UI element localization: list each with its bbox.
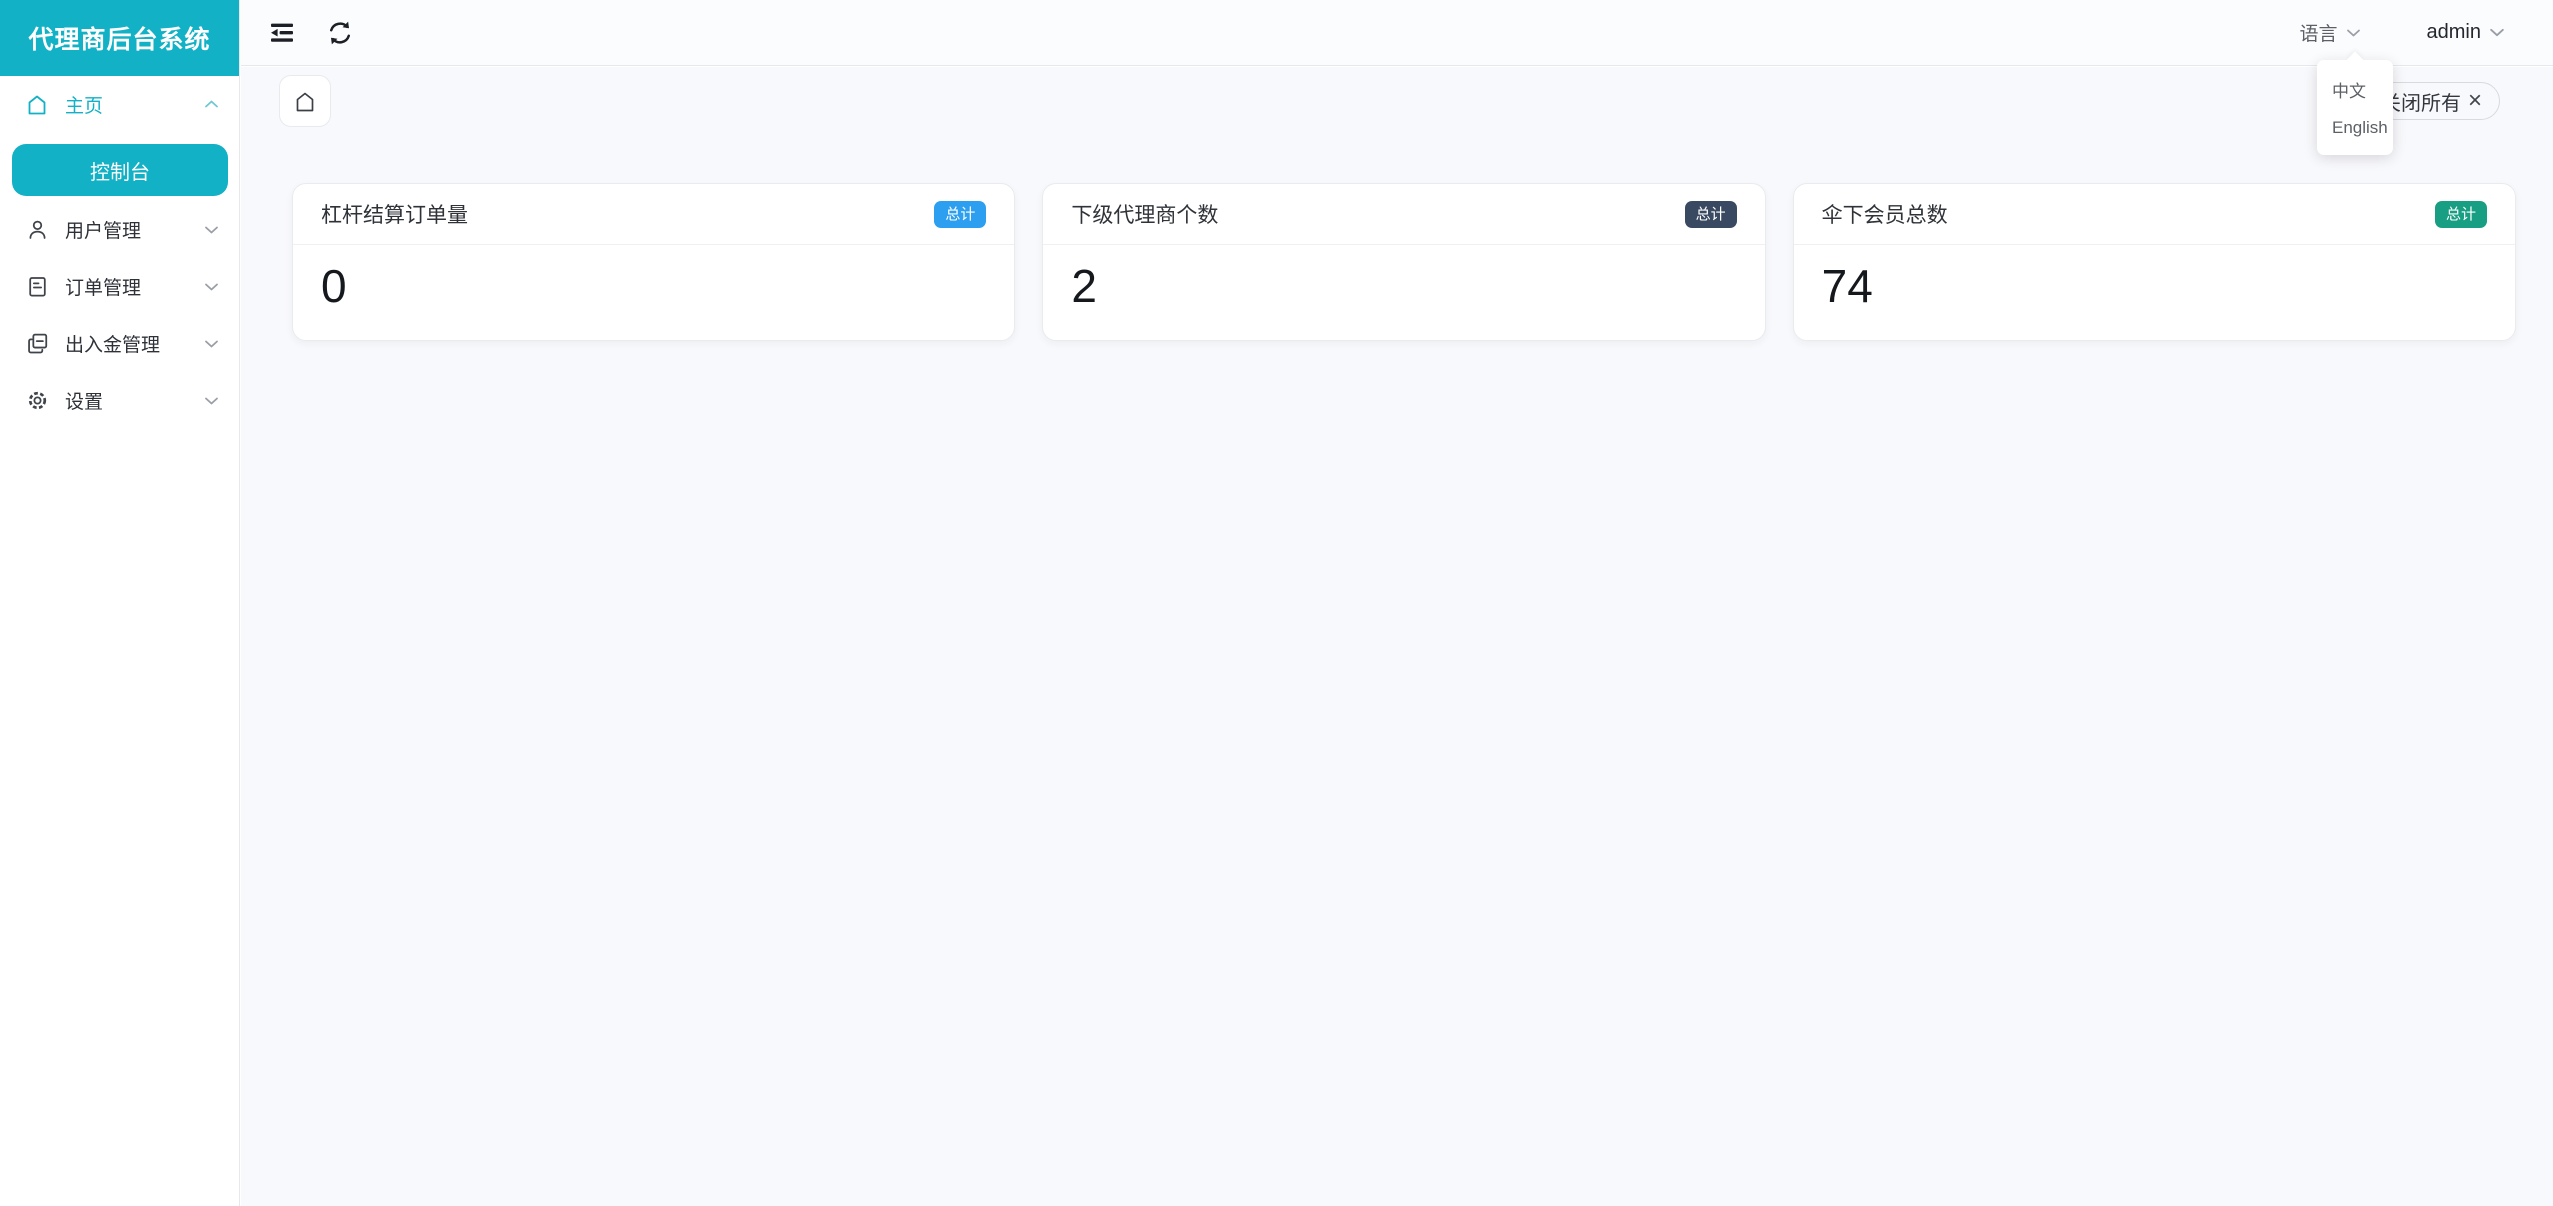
language-dropdown-menu: 中文 English: [2317, 60, 2393, 155]
refresh-icon[interactable]: [323, 16, 357, 50]
close-icon: ×: [2468, 89, 2482, 113]
sidebar-item-label: 设置: [65, 387, 103, 414]
chevron-down-icon: [204, 339, 219, 349]
sidebar-item-order-management[interactable]: 订单管理: [0, 258, 239, 315]
tabbar: 关闭所有 ×: [241, 67, 2553, 131]
stat-cards-row: 杠杆结算订单量 总计 0 下级代理商个数 总计 2 伞下会员总数 总计 74: [241, 131, 2553, 341]
sidebar-item-user-management[interactable]: 用户管理: [0, 201, 239, 258]
sidebar-item-label: 用户管理: [65, 216, 141, 243]
card-title: 杠杆结算订单量: [321, 199, 468, 229]
topbar: 语言 admin: [241, 0, 2553, 66]
order-icon: [24, 274, 50, 300]
app-title: 代理商后台系统: [0, 0, 239, 76]
language-label: 语言: [2300, 19, 2338, 46]
card-header: 下级代理商个数 总计: [1043, 184, 1764, 245]
sidebar-item-label: 订单管理: [65, 273, 141, 300]
chevron-down-icon: [2489, 27, 2505, 38]
language-option-chinese[interactable]: 中文: [2317, 69, 2393, 110]
sidebar-home-label: 主页: [65, 91, 103, 118]
chevron-down-icon: [2346, 28, 2361, 38]
agent-admin-dashboard: { "app": { "title": "代理商后台系统" }, "sideba…: [0, 0, 2553, 1206]
card-header: 杠杆结算订单量 总计: [293, 184, 1014, 245]
language-option-english[interactable]: English: [2317, 110, 2393, 146]
sidebar-item-settings[interactable]: 设置: [0, 372, 239, 429]
card-value: 2: [1071, 261, 1764, 312]
chevron-up-icon: [204, 99, 219, 109]
sidebar: 代理商后台系统 主页 控制台 用户管理: [0, 0, 240, 1206]
language-dropdown-trigger[interactable]: 语言: [2300, 19, 2361, 46]
sidebar-item-home[interactable]: 主页: [0, 76, 239, 132]
tab-home[interactable]: [279, 75, 331, 127]
topbar-right: 语言 admin: [2300, 19, 2506, 46]
chevron-down-icon: [204, 396, 219, 406]
user-icon: [24, 217, 50, 243]
total-badge: 总计: [2435, 201, 2487, 228]
gear-icon: [24, 388, 50, 414]
card-title: 伞下会员总数: [1822, 199, 1948, 229]
total-badge: 总计: [934, 201, 986, 228]
card-value: 0: [321, 261, 1014, 312]
stat-card-sub-agents: 下级代理商个数 总计 2: [1042, 183, 1765, 341]
home-icon: [293, 89, 317, 113]
chevron-down-icon: [204, 225, 219, 235]
user-dropdown-trigger[interactable]: admin: [2427, 21, 2505, 44]
sidebar-item-funds-management[interactable]: 出入金管理: [0, 315, 239, 372]
funds-icon: [24, 331, 50, 357]
main-content: 杠杆结算订单量 总计 0 下级代理商个数 总计 2 伞下会员总数 总计 74: [241, 131, 2553, 1206]
total-badge: 总计: [1685, 201, 1737, 228]
sidebar-fold-icon[interactable]: [265, 16, 299, 50]
stat-card-total-members: 伞下会员总数 总计 74: [1793, 183, 2516, 341]
card-header: 伞下会员总数 总计: [1794, 184, 2515, 245]
sidebar-item-label: 出入金管理: [65, 330, 160, 357]
sidebar-menu: 用户管理 订单管理: [0, 201, 239, 429]
stat-card-leverage-orders: 杠杆结算订单量 总计 0: [292, 183, 1015, 341]
console-button[interactable]: 控制台: [12, 144, 228, 196]
card-value: 74: [1822, 261, 2515, 312]
card-title: 下级代理商个数: [1071, 199, 1218, 229]
username-label: admin: [2427, 21, 2481, 44]
chevron-down-icon: [204, 282, 219, 292]
home-icon: [24, 91, 50, 117]
